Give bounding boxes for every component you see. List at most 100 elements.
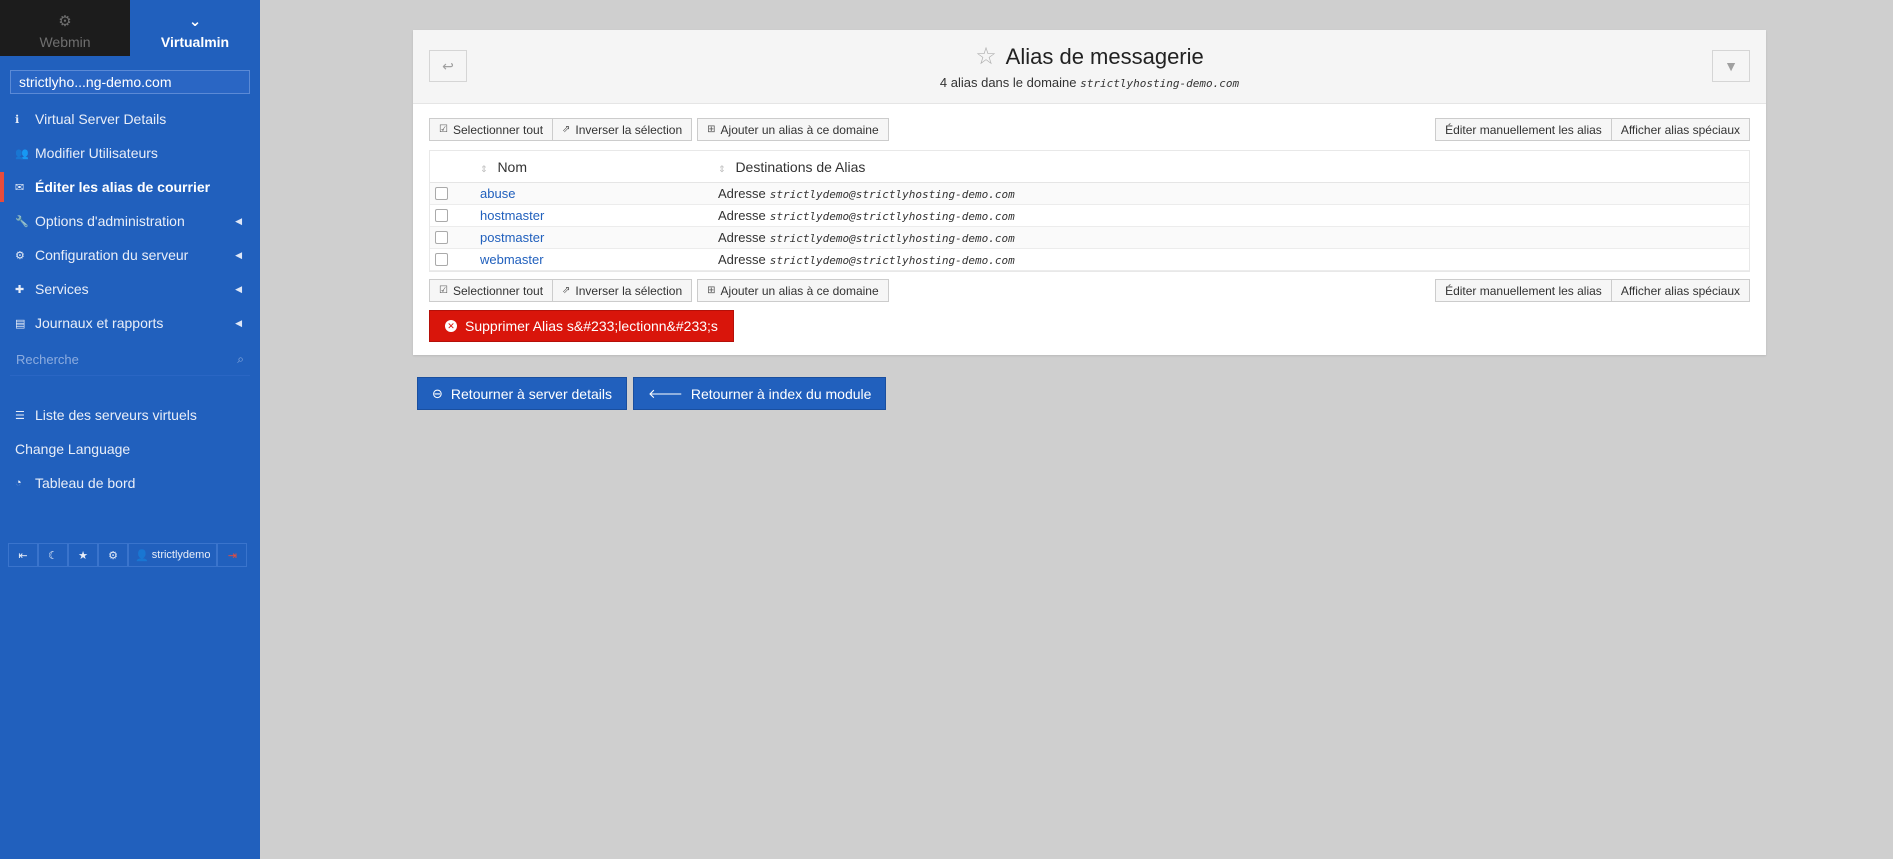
add-alias-button[interactable]: ⊞ Ajouter un alias à ce domaine (697, 118, 889, 141)
file-icon: ▤ (15, 317, 26, 330)
page-title-block: ☆ Alias de messagerie 4 alias dans le do… (413, 42, 1766, 90)
sidebar-item-label: Services (35, 281, 89, 297)
select-all-button[interactable]: ☑ Selectionner tout (429, 118, 554, 141)
main-panel: ↩ ☆ Alias de messagerie 4 alias dans le … (413, 30, 1766, 355)
dest-type: Adresse (718, 186, 766, 201)
sidebar-item-modifier-utilisateurs[interactable]: 👥 Modifier Utilisateurs (0, 136, 260, 170)
dest-address: strictlydemo@strictlyhosting-demo.com (769, 188, 1015, 201)
row-checkbox[interactable] (435, 187, 448, 200)
sidebar-item-virtual-servers-list[interactable]: ☰ Liste des serveurs virtuels (0, 398, 260, 432)
invert-selection-button[interactable]: ⇗ Inverser la sélection (553, 279, 693, 302)
filter-icon[interactable]: ▼ (1712, 50, 1750, 82)
dest-address: strictlydemo@strictlyhosting-demo.com (769, 254, 1015, 267)
theme-settings-icon[interactable]: ⚙ (98, 543, 128, 567)
sidebar-bottom-bar: ⇤ ☾ ★ ⚙ 👤 strictlydemo ⇥ (8, 543, 248, 567)
favorite-star-icon[interactable]: ☆ (975, 43, 997, 70)
alias-name-link[interactable]: abuse (480, 186, 515, 201)
table-row: webmaster Adresse strictlydemo@strictlyho… (430, 249, 1749, 271)
external-link-icon: ⇗ (562, 285, 571, 296)
alias-name-link[interactable]: hostmaster (480, 208, 544, 223)
dest-type: Adresse (718, 252, 766, 267)
add-alias-button[interactable]: ⊞ Ajouter un alias à ce domaine (697, 279, 889, 302)
webmin-label: Webmin (39, 34, 91, 50)
header-label: Destinations de Alias (735, 158, 866, 175)
virtualmin-label: Virtualmin (160, 34, 230, 50)
check-square-icon: ☑ (439, 124, 448, 135)
user-account-button[interactable]: 👤 strictlydemo (128, 543, 218, 567)
cogs-icon: ⚙ (15, 249, 25, 262)
row-checkbox[interactable] (435, 253, 448, 266)
alias-name-link[interactable]: webmaster (480, 252, 544, 267)
list-icon: ☰ (15, 409, 25, 422)
sort-icon: ⇕ (480, 163, 488, 174)
search-icon[interactable]: ⌕ (237, 352, 244, 367)
dest-type: Adresse (718, 208, 766, 223)
table-header: ⇕ Nom ⇕ Destinations de Alias (430, 151, 1749, 183)
sidebar-item-change-language[interactable]: Change Language (0, 432, 260, 466)
return-buttons: ⊖ Retourner à server details 🡐 Retourner… (417, 377, 892, 410)
page-title-text: Alias de messagerie (1005, 44, 1204, 69)
external-link-icon: ⇗ (562, 124, 571, 135)
sidebar-item-label: Liste des serveurs virtuels (35, 407, 197, 423)
sidebar-item-dashboard[interactable]: ◔ Tableau de bord (0, 466, 260, 500)
return-module-index-button[interactable]: 🡐 Retourner à index du module (632, 377, 887, 410)
sidebar-item-virtual-server-details[interactable]: ℹ Virtual Server Details (0, 102, 260, 136)
invert-selection-button[interactable]: ⇗ Inverser la sélection (553, 118, 693, 141)
button-label: Retourner à server details (450, 385, 612, 402)
button-label: Selectionner tout (452, 122, 544, 137)
table-row: hostmaster Adresse strictlydemo@strictlyh… (430, 205, 1749, 227)
arrow-left-icon: 🡐 (647, 385, 683, 401)
caret-left-icon: ◀ (235, 283, 242, 294)
sidebar-search: ⌕ (10, 344, 250, 376)
arrow-circle-left-icon: ⊖ (432, 385, 443, 401)
row-checkbox[interactable] (435, 209, 448, 222)
button-label: Ajouter un alias à ce domaine (720, 122, 879, 137)
select-all-button[interactable]: ☑ Selectionner tout (429, 279, 554, 302)
edit-aliases-manually-button[interactable]: Éditer manuellement les alias (1435, 118, 1612, 141)
envelope-icon: ✉ (15, 181, 25, 194)
toolbar-top: ☑ Selectionner tout ⇗ Inverser la sélect… (429, 118, 1750, 141)
user-icon: 👤 (135, 549, 152, 562)
return-server-details-button[interactable]: ⊖ Retourner à server details (417, 377, 627, 410)
info-icon: ℹ (15, 113, 20, 126)
search-input[interactable] (16, 352, 196, 367)
favorites-star-icon[interactable]: ★ (68, 543, 98, 567)
button-label: Inverser la sélection (575, 122, 683, 137)
delete-selected-aliases-button[interactable]: ✕ Supprimer Alias s&#233;lectionn&#233;s (429, 310, 734, 342)
logout-icon[interactable]: ⇥ (217, 543, 248, 567)
column-header-name[interactable]: ⇕ Nom (480, 159, 718, 175)
night-mode-icon[interactable]: ☾ (38, 543, 68, 567)
collapse-sidebar-icon[interactable]: ⇤ (8, 543, 38, 567)
show-special-aliases-button[interactable]: Afficher alias spéciaux (1611, 118, 1750, 141)
users-icon: 👥 (15, 147, 29, 160)
webmin-switch-tab[interactable]: ⚙ Webmin (0, 0, 130, 56)
sidebar-item-label: Modifier Utilisateurs (35, 145, 158, 161)
sidebar-item-server-config[interactable]: ⚙ Configuration du serveur ◀ (0, 238, 260, 272)
sidebar-item-services[interactable]: ✚ Services ◀ (0, 272, 260, 306)
sidebar-item-admin-options[interactable]: 🔧 Options d'administration ◀ (0, 204, 260, 238)
sidebar-item-mail-aliases[interactable]: ✉ Éditer les alias de courrier (0, 170, 260, 204)
dashboard-icon: ◔ (15, 477, 22, 489)
table-body: abuse Adresse strictlydemo@strictlyhostin… (430, 183, 1749, 271)
column-header-destinations[interactable]: ⇕ Destinations de Alias (718, 159, 1749, 175)
sidebar-item-label: Journaux et rapports (35, 315, 164, 331)
show-special-aliases-button[interactable]: Afficher alias spéciaux (1611, 279, 1750, 302)
caret-left-icon: ◀ (235, 215, 242, 226)
button-label: Ajouter un alias à ce domaine (720, 283, 879, 298)
sidebar-item-logs-reports[interactable]: ▤ Journaux et rapports ◀ (0, 306, 260, 340)
sidebar-item-label: Options d'administration (35, 213, 185, 229)
virtualmin-switch-tab[interactable]: ⌄ Virtualmin (130, 0, 260, 56)
subtitle-domain: strictlyhosting-demo.com (1080, 77, 1240, 90)
header-label: Nom (497, 158, 527, 175)
puzzle-icon: ✚ (15, 283, 25, 296)
edit-aliases-manually-button[interactable]: Éditer manuellement les alias (1435, 279, 1612, 302)
username-label: strictlydemo (151, 549, 211, 561)
sidebar-item-label: Configuration du serveur (35, 247, 189, 263)
domain-selector[interactable]: strictlyho...ng-demo.com (10, 70, 250, 94)
button-label: Supprimer Alias s&#233;lectionn&#233;s (465, 318, 718, 334)
alias-name-link[interactable]: postmaster (480, 230, 544, 245)
button-label: Selectionner tout (452, 283, 544, 298)
row-checkbox[interactable] (435, 231, 448, 244)
table-row: abuse Adresse strictlydemo@strictlyhostin… (430, 183, 1749, 205)
page-subtitle: 4 alias dans le domaine strictlyhosting-… (413, 75, 1766, 90)
